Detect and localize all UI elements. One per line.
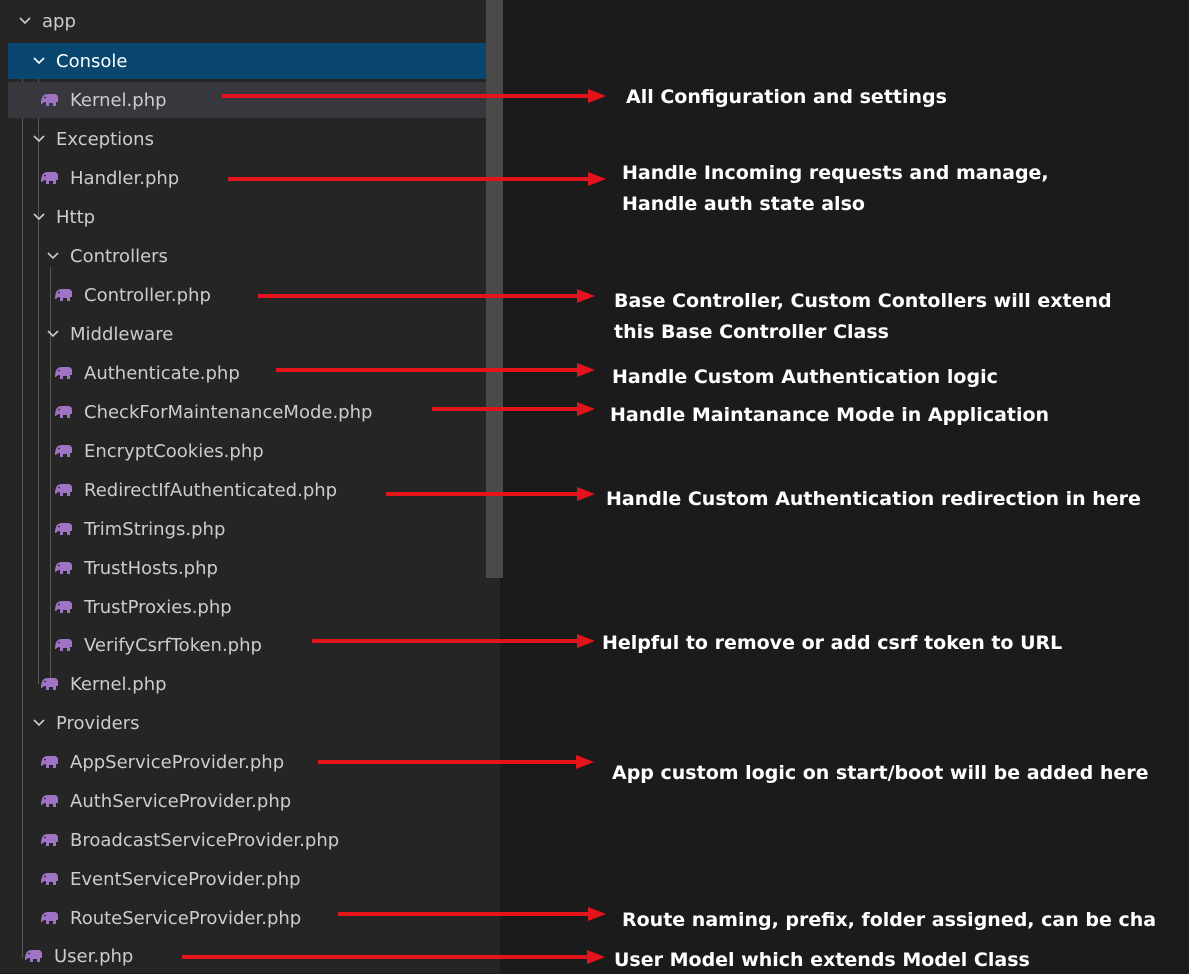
annotation-note: Handle Custom Authentication logic — [612, 364, 998, 391]
red-arrow-icon — [432, 402, 595, 416]
annotation-line: Route naming, prefix, folder assigned, c… — [622, 909, 1157, 931]
annotation-line: Handle Custom Authentication redirection… — [606, 488, 1141, 510]
red-arrow-icon — [276, 363, 595, 377]
annotation-note: Base Controller, Custom Contollers will … — [614, 288, 1112, 346]
annotation-line: Base Controller, Custom Contollers will … — [614, 290, 1112, 312]
red-arrow-icon — [222, 89, 606, 103]
annotation-line: Handle auth state also — [622, 193, 865, 215]
red-arrow-icon — [258, 289, 595, 303]
annotation-line: Handle Maintanance Mode in Application — [610, 404, 1050, 426]
annotation-line: Helpful to remove or add csrf token to U… — [602, 632, 1063, 654]
annotation-note: Handle Maintanance Mode in Application — [610, 402, 1049, 429]
red-arrow-icon — [338, 907, 606, 921]
red-arrow-icon — [228, 172, 606, 186]
red-arrow-icon — [182, 950, 605, 964]
annotation-note: App custom logic on start/boot will be a… — [612, 760, 1149, 787]
annotation-line: Handle Incoming requests and manage, — [622, 162, 1049, 184]
annotation-note: User Model which extends Model Class — [614, 947, 1030, 974]
annotation-note: Helpful to remove or add csrf token to U… — [602, 630, 1062, 657]
red-arrow-icon — [312, 634, 595, 648]
annotation-note: All Configuration and settings — [626, 84, 947, 111]
red-arrow-icon — [318, 755, 594, 769]
annotation-line: this Base Controller Class — [614, 321, 889, 343]
annotation-line: Handle Custom Authentication logic — [612, 366, 998, 388]
annotation-note: Route naming, prefix, folder assigned, c… — [622, 907, 1156, 934]
annotation-line: App custom logic on start/boot will be a… — [612, 762, 1149, 784]
annotation-note: Handle Custom Authentication redirection… — [606, 486, 1141, 513]
annotation-note: Handle Incoming requests and manage, Hand… — [622, 160, 1049, 218]
red-arrow-icon — [386, 487, 595, 501]
annotation-line: All Configuration and settings — [626, 86, 947, 108]
annotation-line: User Model which extends Model Class — [614, 949, 1030, 971]
